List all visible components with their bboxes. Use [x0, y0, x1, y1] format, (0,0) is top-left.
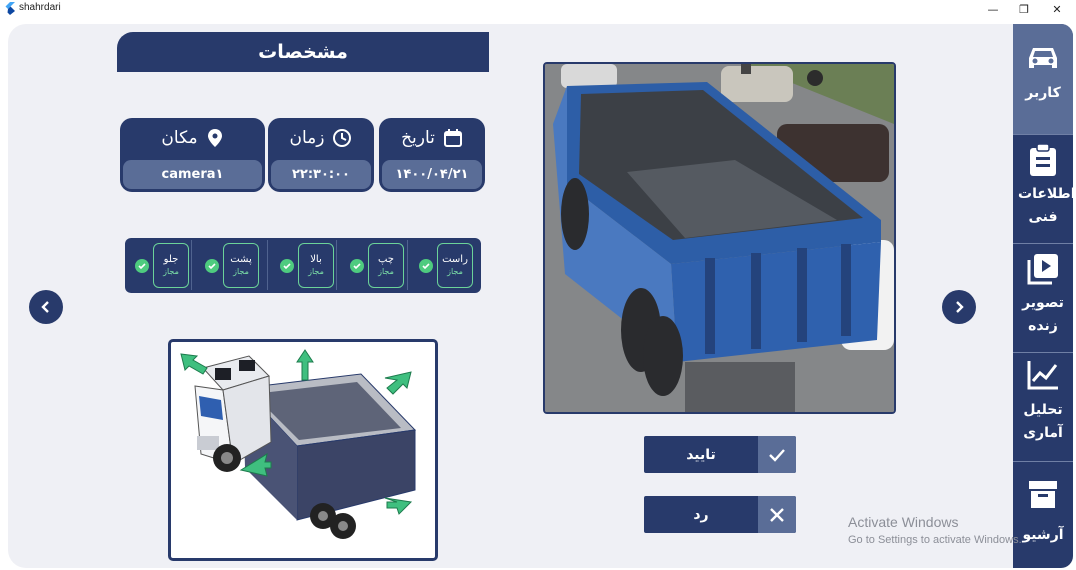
close-x-icon: [770, 507, 784, 522]
back-arrow-icon: [384, 497, 413, 515]
sidebar: کاربر اطلاعات فنی تصویر زنده تحلیل آماری…: [1013, 24, 1073, 568]
approve-label: تایید: [686, 446, 716, 463]
sidebar-item-technical-info[interactable]: اطلاعات فنی: [1013, 135, 1073, 243]
side-check-back: پشت مجاز: [205, 243, 259, 288]
activation-watermark-text: Go to Settings to activate Windows.: [848, 534, 1022, 546]
side-check-front: جلو مجاز: [135, 243, 189, 288]
page-title: مشخصات: [117, 32, 489, 72]
reject-label: رد: [693, 506, 709, 523]
title-bar: shahrdari — ❐ ✕: [0, 0, 1076, 18]
activation-watermark-title: Activate Windows: [848, 514, 959, 530]
truck-side-diagram: [168, 339, 438, 561]
window-title: shahrdari: [19, 2, 61, 13]
divider: [407, 240, 408, 290]
clock-icon: [333, 129, 352, 147]
location-label: مکان: [161, 128, 198, 148]
divider: [336, 240, 337, 290]
side-check-top: بالا مجاز: [280, 243, 334, 288]
chevron-right-icon: [956, 301, 964, 313]
sidebar-item-live-video[interactable]: تصویر زنده: [1013, 244, 1073, 352]
check-icon: [135, 258, 149, 273]
minimize-button[interactable]: —: [978, 0, 1008, 18]
side-checks-panel: راست مجاز چپ مجاز بالا مجاز پشت مجاز جلو مجاز: [125, 238, 481, 293]
check-mark-icon: [769, 448, 785, 462]
reject-button[interactable]: رد: [644, 496, 796, 533]
left-arrow-icon: [384, 371, 412, 395]
check-icon: [205, 258, 219, 273]
time-card: زمان ۲۲:۳۰:۰۰: [268, 118, 374, 192]
check-icon: [350, 258, 364, 273]
camera-view: [543, 62, 896, 414]
chevron-left-icon: [41, 301, 49, 313]
location-card: مکان camera۱: [120, 118, 265, 192]
archive-box-icon: [1029, 481, 1057, 508]
chart-line-icon: [1027, 361, 1058, 390]
time-label: زمان: [289, 128, 325, 148]
restore-button[interactable]: ❐: [1009, 0, 1039, 18]
close-button[interactable]: ✕: [1042, 0, 1072, 18]
date-card: تاریخ ۱۴۰۰/۰۴/۲۱: [379, 118, 485, 192]
side-check-right: راست مجاز: [419, 243, 473, 288]
side-check-left: چپ مجاز: [350, 243, 404, 288]
approve-button[interactable]: تایید: [644, 436, 796, 473]
check-icon: [280, 258, 294, 273]
divider: [191, 240, 192, 290]
next-button[interactable]: [942, 290, 976, 324]
previous-button[interactable]: [29, 290, 63, 324]
calendar-icon: [443, 129, 462, 147]
check-icon: [419, 258, 433, 273]
date-value: ۱۴۰۰/۰۴/۲۱: [382, 160, 482, 189]
time-value: ۲۲:۳۰:۰۰: [271, 160, 371, 189]
car-icon: [1029, 48, 1057, 68]
divider: [267, 240, 268, 290]
sidebar-item-archive[interactable]: آرشیو: [1013, 462, 1073, 568]
clipboard-icon: [1030, 143, 1056, 176]
top-arrow-icon: [296, 349, 314, 381]
live-video-icon: [1027, 254, 1058, 285]
app-window: shahrdari — ❐ ✕ مشخصات تاریخ ۱۴۰۰/۰۴/۲۱ …: [0, 0, 1076, 570]
front-arrow-icon: [180, 353, 208, 375]
date-label: تاریخ: [401, 128, 435, 148]
sidebar-item-statistics[interactable]: تحلیل آماری: [1013, 353, 1073, 461]
app-logo-icon: [5, 2, 15, 15]
sidebar-item-user[interactable]: کاربر: [1013, 24, 1073, 134]
location-pin-icon: [207, 129, 222, 147]
location-value: camera۱: [123, 160, 262, 189]
